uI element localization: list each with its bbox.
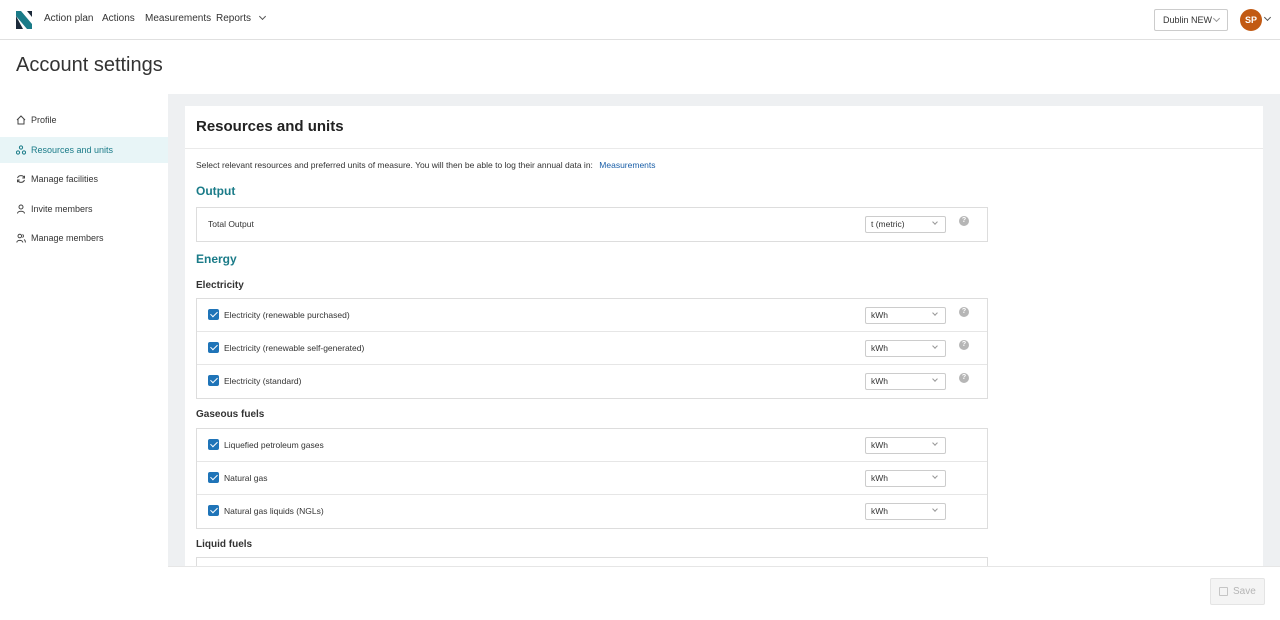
- row-label: Electricity (standard): [224, 376, 302, 386]
- help-icon[interactable]: ?: [959, 373, 969, 383]
- resources-icon: [16, 145, 26, 155]
- liquid-group: [196, 557, 988, 566]
- users-icon: [16, 233, 26, 243]
- avatar[interactable]: SP: [1240, 9, 1262, 31]
- resources-card: Resources and units Select relevant reso…: [185, 106, 1263, 566]
- row-label: Total Output: [208, 219, 254, 229]
- page-title: Account settings: [16, 54, 163, 76]
- unit-select-value: kWh: [871, 440, 888, 450]
- chevron-down-icon: [932, 343, 938, 349]
- sidebar-item-profile[interactable]: Profile: [0, 107, 168, 133]
- table-row: Total Output t (metric) ?: [197, 208, 987, 241]
- nav-reports-label: Reports: [216, 13, 252, 24]
- unit-select[interactable]: kWh: [865, 503, 946, 520]
- sidebar-item-resources[interactable]: Resources and units: [0, 137, 168, 163]
- intro-text: Select relevant resources and preferred …: [196, 160, 656, 170]
- row-label: Natural gas: [224, 473, 268, 483]
- row-label: Liquefied petroleum gases: [224, 440, 324, 450]
- unit-select[interactable]: kWh: [865, 340, 946, 357]
- chevron-down-icon: [932, 376, 938, 382]
- table-row: Electricity (renewable self-generated) k…: [197, 332, 987, 365]
- table-row: Natural gas kWh: [197, 462, 987, 495]
- nav-actions[interactable]: Actions: [102, 13, 135, 24]
- checkbox[interactable]: [208, 472, 219, 483]
- save-icon: [1219, 587, 1228, 596]
- sidebar-item-facilities[interactable]: Manage facilities: [0, 166, 168, 192]
- help-icon[interactable]: ?: [959, 216, 969, 226]
- chevron-down-icon: [932, 473, 938, 479]
- chevron-down-icon: [258, 12, 266, 21]
- sidebar-item-label: Manage members: [31, 233, 104, 243]
- checkbox[interactable]: [208, 375, 219, 386]
- site-select[interactable]: Dublin NEW: [1154, 9, 1228, 31]
- row-label: Electricity (renewable self-generated): [224, 343, 365, 353]
- sidebar-item-label: Profile: [31, 115, 57, 125]
- refresh-icon: [17, 175, 25, 183]
- checkbox[interactable]: [208, 309, 219, 320]
- gaseous-group: Liquefied petroleum gases kWh Natural ga…: [196, 428, 988, 529]
- table-row: Natural gas liquids (NGLs) kWh: [197, 495, 987, 528]
- unit-select-value: kWh: [871, 473, 888, 483]
- sidebar-item-invite[interactable]: Invite members: [0, 196, 168, 222]
- help-icon[interactable]: ?: [959, 307, 969, 317]
- checkbox[interactable]: [208, 439, 219, 450]
- footer-bar: Save: [168, 566, 1280, 620]
- row-label: Electricity (renewable purchased): [224, 310, 350, 320]
- unit-select[interactable]: kWh: [865, 437, 946, 454]
- nav-action-plan[interactable]: Action plan: [44, 13, 93, 24]
- unit-select-value: kWh: [871, 343, 888, 353]
- table-row: Electricity (standard) kWh ?: [197, 365, 987, 398]
- section-output-title: Output: [196, 184, 236, 198]
- sidebar-item-label: Resources and units: [31, 145, 114, 155]
- subsection-liquid-title: Liquid fuels: [196, 539, 253, 550]
- user-icon: [17, 204, 25, 214]
- row-label: Natural gas liquids (NGLs): [224, 506, 324, 516]
- chevron-down-icon: [932, 219, 938, 225]
- section-energy-title: Energy: [196, 252, 237, 266]
- sidebar-item-members[interactable]: Manage members: [0, 225, 168, 251]
- unit-select[interactable]: t (metric): [865, 216, 946, 233]
- intro-text-body: Select relevant resources and preferred …: [196, 160, 593, 170]
- divider: [185, 148, 1263, 149]
- unit-select-value: kWh: [871, 310, 888, 320]
- electricity-group: Electricity (renewable purchased) kWh ? …: [196, 298, 988, 399]
- sidebar-item-label: Manage facilities: [31, 174, 99, 184]
- unit-select[interactable]: kWh: [865, 307, 946, 324]
- chevron-down-icon: [932, 440, 938, 446]
- save-button-label: Save: [1233, 586, 1256, 597]
- checkbox[interactable]: [208, 505, 219, 516]
- logo-icon[interactable]: [16, 11, 32, 29]
- unit-select-value: kWh: [871, 506, 888, 516]
- nav-reports[interactable]: Reports: [216, 12, 266, 24]
- card-title: Resources and units: [196, 118, 344, 135]
- unit-select[interactable]: kWh: [865, 470, 946, 487]
- top-nav: Action plan Actions Measurements Reports…: [0, 0, 1280, 40]
- unit-select-value: t (metric): [871, 219, 905, 229]
- subsection-electricity-title: Electricity: [196, 280, 244, 291]
- save-button[interactable]: Save: [1210, 578, 1265, 605]
- unit-select-value: kWh: [871, 376, 888, 386]
- unit-select[interactable]: kWh: [865, 373, 946, 390]
- chevron-down-icon[interactable]: [1263, 13, 1272, 22]
- sidebar-item-label: Invite members: [31, 204, 93, 214]
- site-select-value: Dublin NEW: [1163, 15, 1213, 25]
- chevron-down-icon: [1212, 14, 1221, 23]
- table-row: Liquefied petroleum gases kWh: [197, 429, 987, 462]
- checkbox[interactable]: [208, 342, 219, 353]
- home-icon: [16, 115, 26, 125]
- help-icon[interactable]: ?: [959, 340, 969, 350]
- sidebar: Profile Resources and units Manage facil…: [0, 94, 168, 620]
- output-group: Total Output t (metric) ?: [196, 207, 988, 242]
- chevron-down-icon: [932, 506, 938, 512]
- measurements-link[interactable]: Measurements: [599, 160, 655, 170]
- nav-measurements[interactable]: Measurements: [145, 13, 211, 24]
- table-row: Electricity (renewable purchased) kWh ?: [197, 299, 987, 332]
- chevron-down-icon: [932, 310, 938, 316]
- subsection-gaseous-title: Gaseous fuels: [196, 409, 265, 420]
